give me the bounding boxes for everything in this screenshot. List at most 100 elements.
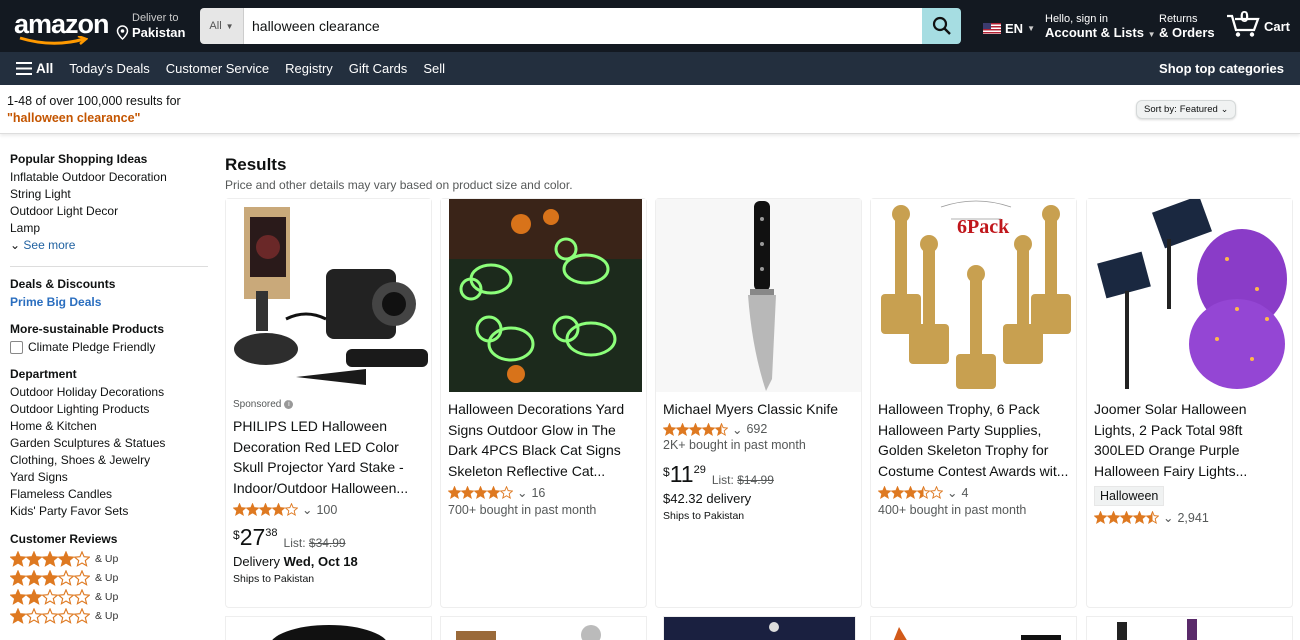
star-icon [74, 588, 90, 605]
divider [10, 266, 208, 267]
returns-orders[interactable]: Returns & Orders [1159, 13, 1215, 39]
star-icon [74, 607, 90, 624]
product-image[interactable]: 6Pack [871, 199, 1076, 392]
amazon-logo[interactable]: amazon [14, 10, 110, 45]
department-link[interactable]: Outdoor Lighting Products [10, 401, 210, 418]
department-link[interactable]: Kids' Party Favor Sets [10, 503, 210, 520]
star-rating-icon [663, 422, 728, 436]
deliver-to[interactable]: Deliver to Pakistan [116, 12, 185, 40]
star-icon [246, 503, 259, 516]
star-icon [42, 607, 58, 624]
product-rating[interactable]: ⌄ 4 [878, 485, 1071, 500]
product-rating[interactable]: ⌄ 2,941 [1094, 510, 1287, 525]
product-card-partial[interactable] [663, 616, 856, 640]
product-title[interactable]: Joomer Solar Halloween Lights, 2 Pack Tot… [1094, 399, 1287, 481]
chevron-down-icon: ⌄ [517, 486, 528, 500]
bought-count: 400+ bought in past month [878, 503, 1027, 517]
chevron-down-icon: ⌄ [1163, 511, 1174, 525]
star-icon [10, 550, 26, 567]
search-input[interactable] [244, 8, 922, 44]
star-icon [474, 486, 487, 499]
deals-title: Deals & Discounts [10, 277, 116, 291]
department-link[interactable]: Clothing, Shoes & Jewelry [10, 452, 210, 469]
star-icon [10, 607, 26, 624]
review-filter-4-stars[interactable]: & Up [10, 549, 210, 568]
nav-gift-cards[interactable]: Gift Cards [349, 61, 408, 76]
sort-dropdown[interactable]: Sort by: Featured ⌄ [1136, 100, 1237, 119]
department-link[interactable]: Home & Kitchen [10, 418, 210, 435]
star-rating-icon [233, 503, 298, 516]
product-title[interactable]: PHILIPS LED Halloween Decoration Red LED … [233, 416, 426, 498]
review-filter-3-stars[interactable]: & Up [10, 568, 210, 587]
nav-registry[interactable]: Registry [285, 61, 333, 76]
nav-sell[interactable]: Sell [423, 61, 445, 76]
climate-pledge-checkbox[interactable]: Climate Pledge Friendly [10, 339, 210, 356]
product-image[interactable] [656, 199, 861, 392]
review-filter-2-stars[interactable]: & Up [10, 587, 210, 606]
product-rating[interactable]: ⌄ 16 [448, 485, 641, 500]
filter-link[interactable]: String Light [10, 186, 210, 203]
category-badge: Halloween [1094, 486, 1165, 506]
cart-button[interactable]: 0 Cart [1226, 9, 1290, 38]
hamburger-icon [16, 62, 32, 75]
department-link[interactable]: Outdoor Holiday Decorations [10, 384, 210, 401]
product-card[interactable]: 6Pack Halloween Trophy, 6 Pack Halloween … [870, 198, 1077, 608]
department-link[interactable]: Yard Signs [10, 469, 210, 486]
product-price[interactable]: $11 29 List: $14.99 [663, 462, 856, 487]
product-rating[interactable]: ⌄ 692 [663, 422, 856, 437]
product-card[interactable]: Michael Myers Classic Knife ⌄ 692 2K+ bou… [655, 198, 862, 608]
account-lists[interactable]: Hello, sign in Account & Lists ▼ [1045, 13, 1156, 41]
star-icon [58, 607, 74, 624]
star-icon [1107, 511, 1120, 524]
star-icon [689, 422, 702, 436]
star-icon [1120, 511, 1133, 524]
language-selector[interactable]: EN ▼ [983, 21, 1035, 36]
product-title[interactable]: Halloween Trophy, 6 Pack Halloween Party … [878, 399, 1071, 481]
star-icon [26, 607, 42, 624]
filter-link[interactable]: Inflatable Outdoor Decoration [10, 169, 210, 186]
star-icon [233, 503, 246, 516]
product-info: Halloween Decorations Yard Signs Outdoor … [448, 399, 641, 517]
department-link[interactable]: Flameless Candles [10, 486, 210, 503]
prime-big-deals-link[interactable]: Prime Big Deals [10, 294, 210, 311]
product-card[interactable]: Halloween Decorations Yard Signs Outdoor … [440, 198, 647, 608]
nav-customer-service[interactable]: Customer Service [166, 61, 269, 76]
cart-count: 0 [1240, 9, 1249, 26]
star-icon [10, 588, 26, 605]
search-category-dropdown[interactable]: All ▼ [200, 8, 244, 44]
review-filters: & Up & Up & Up & Up [10, 549, 210, 625]
product-image[interactable] [441, 199, 646, 392]
nav-todays-deals[interactable]: Today's Deals [69, 61, 150, 76]
product-title[interactable]: Halloween Decorations Yard Signs Outdoor … [448, 399, 641, 481]
product-rating[interactable]: ⌄ 100 [233, 502, 426, 517]
all-menu-button[interactable]: All [16, 61, 53, 76]
product-title[interactable]: Michael Myers Classic Knife [663, 399, 856, 420]
results-count: 1-48 of over 100,000 results for [7, 94, 181, 108]
filter-link[interactable]: Outdoor Light Decor [10, 203, 210, 220]
star-icon [702, 422, 715, 436]
product-price[interactable]: $27 38 List: $34.99 [233, 525, 426, 550]
see-more-link[interactable]: ⌄ See more [10, 237, 210, 254]
product-image[interactable] [1087, 199, 1292, 392]
product-card-partial[interactable] [1086, 616, 1293, 640]
review-filter-1-stars[interactable]: & Up [10, 606, 210, 625]
product-card[interactable]: Joomer Solar Halloween Lights, 2 Pack Tot… [1086, 198, 1293, 608]
star-icon [42, 569, 58, 586]
product-card-partial[interactable] [440, 616, 647, 640]
filter-link[interactable]: Lamp [10, 220, 210, 237]
shop-top-categories[interactable]: Shop top categories [1159, 61, 1284, 76]
search-button[interactable] [922, 8, 961, 44]
star-icon [259, 503, 272, 516]
product-card[interactable]: Sponsored i PHILIPS LED Halloween Decorati… [225, 198, 432, 608]
search-icon [932, 16, 951, 35]
product-image[interactable] [226, 199, 431, 392]
product-card-partial[interactable] [225, 616, 432, 640]
star-icon [58, 588, 74, 605]
checkbox[interactable] [10, 341, 23, 354]
department-link[interactable]: Garden Sculptures & Statues [10, 435, 210, 452]
star-icon [448, 486, 461, 499]
info-icon[interactable]: i [284, 400, 294, 409]
product-card-partial[interactable] [870, 616, 1077, 640]
top-nav: amazon Deliver to Pakistan All▼ EN▼ Hell… [0, 0, 1300, 52]
star-icon [1146, 511, 1159, 524]
